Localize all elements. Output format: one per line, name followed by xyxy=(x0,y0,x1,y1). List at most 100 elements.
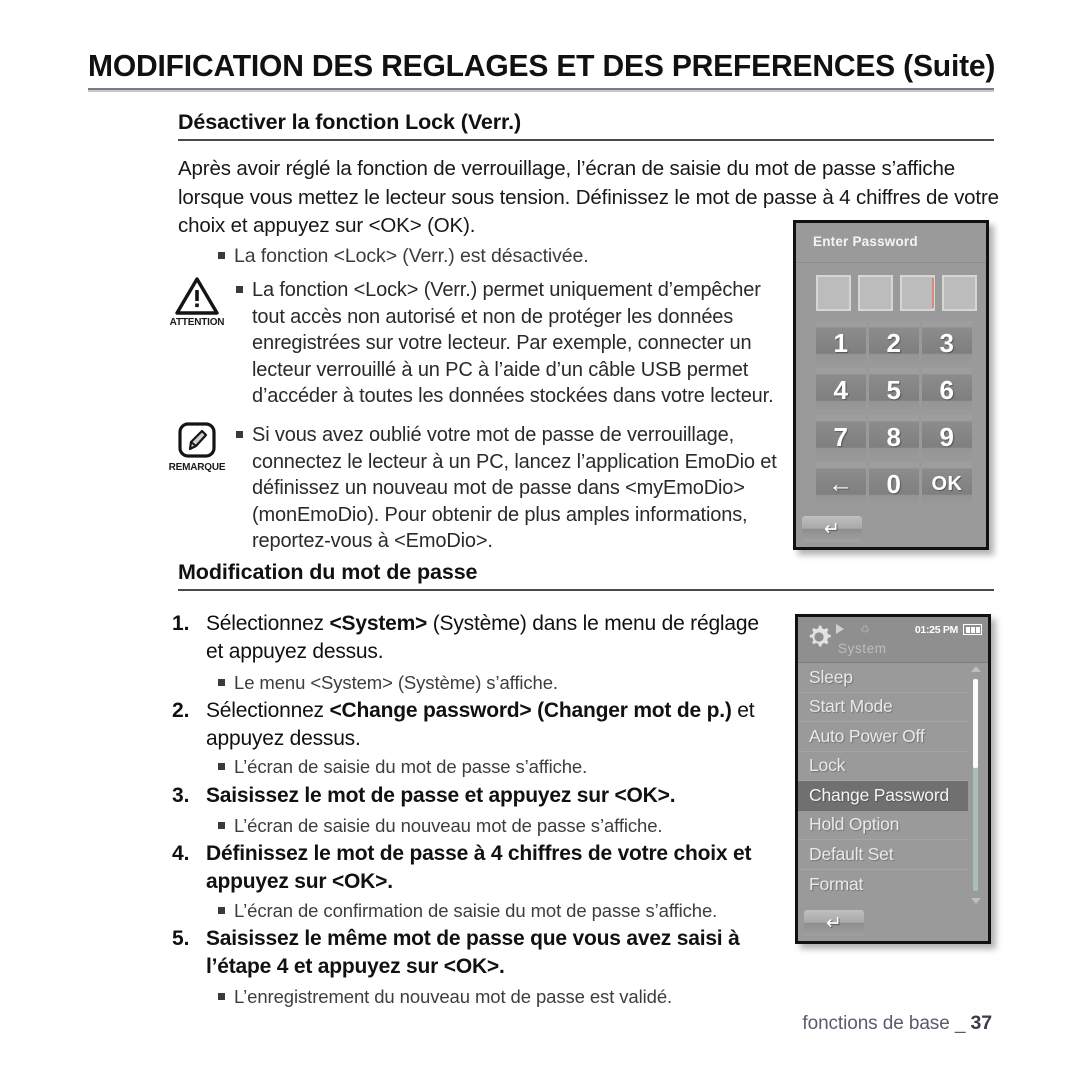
bullet-square-icon xyxy=(218,679,225,686)
section-divider-password xyxy=(178,589,994,591)
key-3[interactable]: 3 xyxy=(922,321,972,365)
device-screenshot-password: Enter Password 1 2 3 4 5 6 7 8 9 ← 0 OK … xyxy=(793,220,989,550)
page-footer: fonctions de base _ 37 xyxy=(802,1012,992,1035)
step-tail: . xyxy=(387,870,393,893)
menu-item-change-password[interactable]: Change Password xyxy=(798,781,968,811)
key-4[interactable]: 4 xyxy=(816,368,866,412)
step-text: Définissez le mot de passe à 4 chiffres … xyxy=(206,840,772,896)
step-item: 3. Saisissez le mot de passe et appuyez … xyxy=(172,782,772,810)
step-item: 5. Saisissez le même mot de passe que vo… xyxy=(172,925,772,981)
step-tail: . xyxy=(499,955,505,978)
menu-item-start-mode[interactable]: Start Mode xyxy=(798,693,968,722)
battery-full-icon xyxy=(963,624,982,635)
step-bold: <System> xyxy=(329,612,428,635)
substep-text: L’enregistrement du nouveau mot de passe… xyxy=(234,986,673,1007)
warning-triangle-icon xyxy=(175,277,219,315)
substep-item: L’écran de saisie du mot de passe s’affi… xyxy=(218,755,838,779)
substep-text: L’écran de saisie du nouveau mot de pass… xyxy=(234,815,663,836)
menu-item-hold-option[interactable]: Hold Option xyxy=(798,811,968,840)
substep-text: L’écran de saisie du mot de passe s’affi… xyxy=(234,756,588,777)
key-1[interactable]: 1 xyxy=(816,321,866,365)
password-digit-field[interactable] xyxy=(858,275,893,311)
bullet-square-icon xyxy=(218,993,225,1000)
key-8[interactable]: 8 xyxy=(869,415,919,459)
section-divider-lock xyxy=(178,139,994,141)
remarque-label: REMARQUE xyxy=(168,461,226,473)
clock-time: 01:25 PM xyxy=(914,624,958,636)
key-2[interactable]: 2 xyxy=(869,321,919,365)
numeric-keypad: 1 2 3 4 5 6 7 8 9 ← 0 OK xyxy=(816,321,972,506)
system-status-bar: ♻ 01:25 PM System xyxy=(798,617,988,663)
substep-text: L’écran de confirmation de saisie du mot… xyxy=(234,900,718,921)
substep-item: L’écran de confirmation de saisie du mot… xyxy=(218,899,838,923)
password-digit-fields xyxy=(816,275,977,311)
remarque-body: Si vous avez oublié votre mot de passe d… xyxy=(236,420,788,555)
bullet-square-icon xyxy=(236,286,243,293)
step-item: 4. Définissez le mot de passe à 4 chiffr… xyxy=(172,840,772,896)
chevron-down-icon[interactable] xyxy=(971,898,981,904)
remarque-text: Si vous avez oublié votre mot de passe d… xyxy=(252,424,777,552)
key-9[interactable]: 9 xyxy=(922,415,972,459)
step-lead: Définissez le mot de passe à 4 chiffres … xyxy=(206,842,752,893)
menu-item-auto-power-off[interactable]: Auto Power Off xyxy=(798,722,968,752)
arrow-left-icon: ← xyxy=(828,469,854,498)
password-title-bar: Enter Password xyxy=(796,223,986,263)
step-lead: Saisissez le mot de passe et appuyez sur xyxy=(206,784,615,807)
remarque-note-block: REMARQUE Si vous avez oublié votre mot d… xyxy=(158,420,788,555)
section-heading-password: Modification du mot de passe xyxy=(178,560,994,591)
step-text: Sélectionnez <System> (Système) dans le … xyxy=(206,610,772,666)
bullet-square-icon xyxy=(218,763,225,770)
play-icon xyxy=(836,624,844,634)
bullet-lock-disabled-text: La fonction <Lock> (Verr.) est désactivé… xyxy=(234,245,589,267)
footer-text: fonctions de base _ xyxy=(802,1013,966,1034)
key-5[interactable]: 5 xyxy=(869,368,919,412)
substep-item: Le menu <System> (Système) s’affiche. xyxy=(218,671,838,695)
step-number: 2. xyxy=(172,699,190,722)
manual-page: MODIFICATION DES REGLAGES ET DES PREFERE… xyxy=(0,0,1080,1080)
system-menu-list: Sleep Start Mode Auto Power Off Lock Cha… xyxy=(798,663,988,907)
section-heading-lock: Désactiver la fonction Lock (Verr.) xyxy=(178,110,994,141)
menu-item-sleep[interactable]: Sleep xyxy=(798,663,968,693)
menu-item-default-set[interactable]: Default Set xyxy=(798,840,968,870)
menu-item-format[interactable]: Format xyxy=(798,870,968,900)
step-bold: <OK> xyxy=(443,955,499,978)
step-text: Saisissez le même mot de passe que vous … xyxy=(206,925,772,981)
system-menu-scrollbar[interactable] xyxy=(968,663,984,907)
step-bold: <OK> xyxy=(614,784,670,807)
key-ok[interactable]: OK xyxy=(922,462,972,506)
page-number: 37 xyxy=(970,1012,993,1034)
bullet-square-icon xyxy=(218,252,225,259)
password-digit-field[interactable] xyxy=(816,275,851,311)
step-number: 4. xyxy=(172,842,190,865)
system-back-strip: ↵ xyxy=(798,907,988,941)
back-button[interactable]: ↵ xyxy=(802,516,862,542)
back-button[interactable]: ↵ xyxy=(804,910,864,936)
step-bold: <Change password> (Changer mot de p.) xyxy=(329,699,732,722)
bullet-square-icon xyxy=(218,907,225,914)
chapter-header: MODIFICATION DES REGLAGES ET DES PREFERE… xyxy=(88,49,996,92)
section-title-lock: Désactiver la fonction Lock (Verr.) xyxy=(178,110,522,134)
step-number: 3. xyxy=(172,784,190,807)
substep-item: L’écran de saisie du nouveau mot de pass… xyxy=(218,814,838,838)
key-7[interactable]: 7 xyxy=(816,415,866,459)
attention-label: ATTENTION xyxy=(169,316,225,328)
password-back-strip: ↵ xyxy=(796,513,986,547)
key-0[interactable]: 0 xyxy=(869,462,919,506)
scrollbar-thumb[interactable] xyxy=(973,679,978,769)
bullet-lock-disabled: La fonction <Lock> (Verr.) est désactivé… xyxy=(218,243,738,269)
menu-item-lock[interactable]: Lock xyxy=(798,752,968,781)
step-item: 2. Sélectionnez <Change password> (Chang… xyxy=(172,697,772,753)
attention-text: La fonction <Lock> (Verr.) permet unique… xyxy=(252,279,774,407)
step-lead: Sélectionnez xyxy=(206,699,330,722)
password-digit-field[interactable] xyxy=(942,275,977,311)
key-6[interactable]: 6 xyxy=(922,368,972,412)
chevron-up-icon[interactable] xyxy=(971,666,981,672)
gear-icon xyxy=(809,625,831,647)
step-number: 1. xyxy=(172,612,190,635)
backspace-key[interactable]: ← xyxy=(816,462,866,506)
chapter-title: MODIFICATION DES REGLAGES ET DES PREFERE… xyxy=(88,49,996,83)
shuffle-icon: ♻ xyxy=(860,624,870,636)
scrollbar-track[interactable] xyxy=(973,679,978,891)
step-number: 5. xyxy=(172,927,190,950)
password-digit-field-active[interactable] xyxy=(900,275,935,311)
